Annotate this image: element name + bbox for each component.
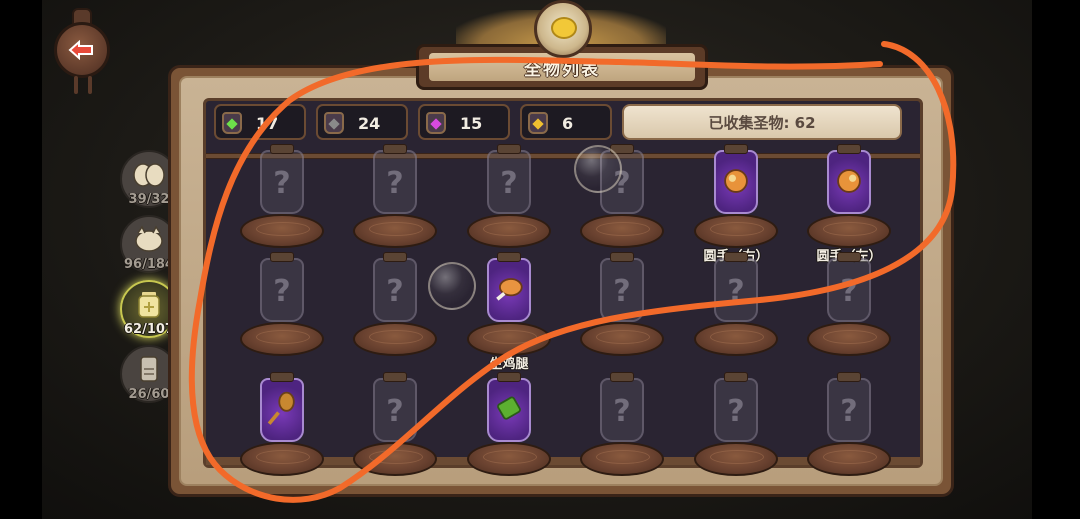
wooden-spoon-icon (267, 391, 295, 425)
glass-jar (487, 252, 531, 322)
relic-slot[interactable]: ? (690, 252, 782, 356)
glass-jar: ? (373, 252, 417, 322)
relic-name-label: 生鸡腿 (489, 357, 529, 372)
glass-jar: ? (600, 252, 644, 322)
wood-stump-pedestal (580, 322, 664, 356)
wood-stump-pedestal (580, 442, 664, 476)
relic-slot[interactable]: 圆手（左） (803, 144, 895, 264)
glass-jar: ? (260, 144, 304, 214)
panel-header: 全物列表 (416, 0, 708, 96)
wood-stump-pedestal (467, 442, 551, 476)
gold-gem-counter: 6 (520, 104, 612, 140)
chicken-leg-icon (496, 278, 523, 301)
glass-jar: ? (487, 144, 531, 214)
counter-value: 6 (562, 114, 574, 133)
gray-gem-counter: 24 (316, 104, 408, 140)
glass-jar (827, 144, 871, 214)
relic-slot[interactable] (236, 372, 328, 476)
glass-jar: ? (260, 252, 304, 322)
relic-slot[interactable]: ? (349, 144, 441, 248)
question-mark-icon: ? (273, 274, 291, 309)
gold-gem-icon (532, 118, 544, 130)
glass-jar: ? (827, 372, 871, 442)
question-mark-icon: ? (386, 166, 404, 201)
back-arrow-icon (68, 40, 93, 60)
relic-slot[interactable]: 生鸡腿 (463, 252, 555, 372)
glass-jar (714, 144, 758, 214)
right-glove-icon (724, 169, 748, 193)
back-button-legs (70, 76, 96, 94)
question-mark-icon: ? (840, 274, 858, 309)
wood-stump-pedestal (694, 442, 778, 476)
relic-slot[interactable]: ? (690, 372, 782, 476)
question-mark-icon: ? (386, 394, 404, 429)
question-mark-icon: ? (727, 394, 745, 429)
wood-stump-pedestal (694, 322, 778, 356)
green-gem-icon (226, 118, 238, 130)
relic-slot[interactable]: ? (236, 252, 328, 356)
purple-gem-counter: 15 (418, 104, 510, 140)
game-screen: 39/32 96/184 62/107 26/60 全物列表 17 24 15 … (0, 0, 1080, 519)
creature-icon (135, 225, 163, 252)
glass-jar (487, 372, 531, 442)
counter-value: 17 (256, 114, 279, 133)
wood-stump-pedestal (807, 214, 891, 248)
relic-slot[interactable]: ? (803, 372, 895, 476)
question-mark-icon: ? (613, 274, 631, 309)
relic-slot[interactable]: ? (236, 144, 328, 248)
question-mark-icon: ? (613, 394, 631, 429)
relic-slot[interactable] (463, 372, 555, 476)
question-mark-icon: ? (386, 274, 404, 309)
wood-stump-pedestal (353, 322, 437, 356)
back-button[interactable] (50, 8, 116, 94)
locked-tab-icon (140, 356, 158, 382)
glass-jar: ? (714, 372, 758, 442)
question-mark-icon: ? (727, 274, 745, 309)
relic-slot[interactable]: ? (576, 372, 668, 476)
relic-slot[interactable]: ? (576, 252, 668, 356)
bubble-decoration (574, 145, 622, 193)
counter-value: 15 (460, 114, 483, 133)
wood-stump-pedestal (240, 442, 324, 476)
counter-value: 24 (358, 114, 381, 133)
relic-slot[interactable]: 圆手（右） (690, 144, 782, 264)
glass-jar: ? (714, 252, 758, 322)
wood-stump-pedestal (353, 214, 437, 248)
glass-jar: ? (373, 372, 417, 442)
collected-relics-count: 已收集圣物: 62 (622, 104, 902, 140)
question-mark-icon: ? (273, 166, 291, 201)
chick-medal-icon (534, 0, 592, 58)
relic-slot[interactable]: ? (349, 252, 441, 356)
wood-stump-pedestal (694, 214, 778, 248)
bubble-decoration (428, 262, 476, 310)
wood-stump-pedestal (807, 322, 891, 356)
relic-jar-icon (138, 292, 160, 318)
question-mark-icon: ? (500, 166, 518, 201)
page-title: 全物列表 (524, 59, 600, 80)
screen-edge-right (1032, 0, 1080, 519)
left-glove-icon (837, 169, 861, 193)
glass-jar: ? (600, 372, 644, 442)
relic-slot[interactable]: ? (349, 372, 441, 476)
glass-jar: ? (827, 252, 871, 322)
gray-gem-icon (328, 118, 340, 130)
eggs-icon (133, 163, 165, 187)
question-mark-icon: ? (840, 394, 858, 429)
wood-stump-pedestal (807, 442, 891, 476)
green-gem-counter: 17 (214, 104, 306, 140)
wood-stump-pedestal (467, 322, 551, 356)
wood-stump-pedestal (353, 442, 437, 476)
wood-stump-pedestal (240, 214, 324, 248)
relic-slot[interactable]: ? (803, 252, 895, 356)
wood-stump-pedestal (467, 214, 551, 248)
wood-stump-pedestal (580, 214, 664, 248)
glass-jar: ? (373, 144, 417, 214)
green-scroll-icon (497, 396, 521, 420)
screen-edge-left (0, 0, 42, 519)
relic-slot[interactable]: ? (463, 144, 555, 248)
wood-stump-pedestal (240, 322, 324, 356)
purple-gem-icon (430, 118, 442, 130)
glass-jar (260, 372, 304, 442)
